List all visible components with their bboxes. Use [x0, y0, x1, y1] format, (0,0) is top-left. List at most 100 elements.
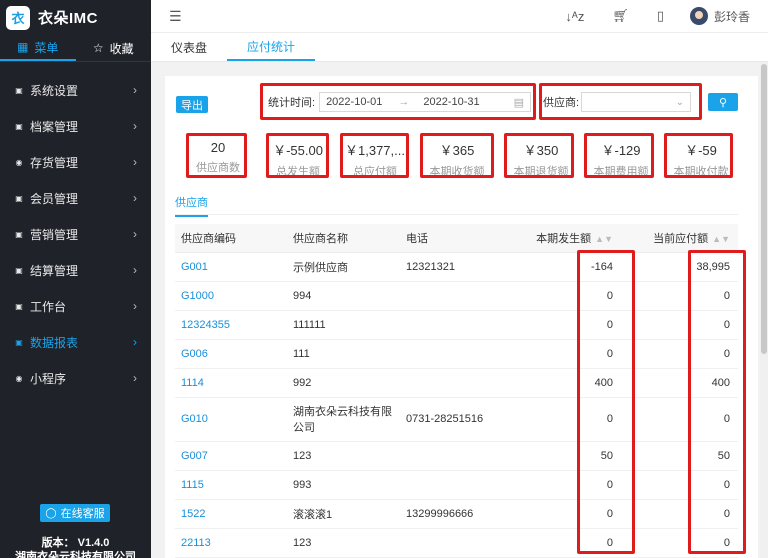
chevron-right-icon: ›: [133, 299, 137, 313]
supplier-code-link[interactable]: G007: [175, 441, 287, 471]
supplier-name: 123: [287, 441, 400, 471]
supplier-phone: [400, 470, 515, 500]
supplier-name: 992: [287, 368, 400, 398]
sidebar-menu: ▣ 系统设置 › ▣ 档案管理 › ◉ 存货管理 › ▣ 会员管理 › ▣ 营销…: [0, 72, 151, 396]
sort-icon: ▲▼: [595, 233, 613, 244]
supplier-code-link[interactable]: 22113: [175, 528, 287, 558]
stat-payment: ￥-59 本期收付款: [673, 143, 729, 178]
chevron-right-icon: ›: [133, 155, 137, 169]
logo-icon: 衣: [6, 5, 30, 30]
supplier-name: 993: [287, 470, 400, 500]
settlement-icon: ▣: [15, 265, 23, 275]
stat-total-occurred: ￥-55.00 总发生额: [273, 143, 323, 178]
chat-icon: ◯: [45, 507, 57, 519]
sidebar-tabs: ▦ 菜单 ☆ 收藏: [0, 35, 151, 62]
date-range-picker[interactable]: 2022-10-01 → 2022-10-31 ▤: [319, 92, 532, 112]
supplier-code-link[interactable]: G1000: [175, 281, 287, 311]
member-icon: ▣: [15, 193, 23, 203]
export-button[interactable]: 导出: [176, 96, 208, 113]
star-icon: ☆: [92, 41, 104, 55]
sidebar-tab-favorites[interactable]: ☆ 收藏: [76, 35, 152, 61]
sidebar-item-mini-program[interactable]: ◉ 小程序 ›: [0, 360, 151, 396]
scrollbar[interactable]: [760, 62, 768, 558]
payable-amount: 0: [621, 470, 738, 500]
table-row: G006 111 0 0: [175, 339, 738, 369]
sidebar-item-reports[interactable]: ▣ 数据报表 ›: [0, 324, 151, 360]
supplier-code-link[interactable]: G006: [175, 339, 287, 369]
sidebar-item-archive[interactable]: ▣ 档案管理 ›: [0, 108, 151, 144]
supplier-name: 994: [287, 281, 400, 311]
supplier-phone: [400, 441, 515, 471]
cart-icon[interactable]: 🛒︎: [612, 8, 629, 24]
search-button[interactable]: ⚲: [708, 93, 738, 111]
user-name[interactable]: 彭玲香: [714, 8, 750, 25]
occurred-amount: 50: [515, 441, 621, 471]
book-icon[interactable]: ▯: [657, 8, 664, 24]
stat-expense: ￥-129 本期费用额: [593, 143, 649, 178]
supplier-code-link[interactable]: G010: [175, 397, 287, 442]
scrollbar-thumb[interactable]: [761, 64, 767, 354]
payable-amount: 0: [621, 339, 738, 369]
calendar-icon: ▤: [513, 96, 525, 109]
table-row: G010 湖南衣朵云科技有限公司 0731-28251516 0 0: [175, 397, 738, 442]
header-supplier-name: 供应商名称: [287, 224, 400, 253]
sidebar: 衣 衣朵IMC ▦ 菜单 ☆ 收藏 ▣ 系统设置 › ▣ 档案管理 › ◉ 存货…: [0, 0, 151, 558]
supplier-select[interactable]: ⌄: [581, 92, 692, 112]
tab-payable-stats[interactable]: 应付统计: [227, 33, 316, 61]
sort-icon: ▲▼: [712, 233, 730, 244]
supplier-phone: [400, 310, 515, 340]
supplier-name: 111: [287, 339, 400, 369]
sidebar-item-system-settings[interactable]: ▣ 系统设置 ›: [0, 72, 151, 108]
collapse-menu-icon[interactable]: ☰: [169, 8, 182, 25]
supplier-code-link[interactable]: 1522: [175, 499, 287, 529]
table-row: G001 示例供应商 12321321 -164 38,995: [175, 252, 738, 282]
supplier-code-link[interactable]: 1115: [175, 470, 287, 500]
chevron-down-icon: ⌄: [675, 96, 685, 108]
occurred-amount: -164: [515, 252, 621, 282]
supplier-name: 111111: [287, 310, 400, 340]
header-payable[interactable]: 当前应付额 ▲▼: [621, 224, 738, 253]
sidebar-item-marketing[interactable]: ▣ 营销管理 ›: [0, 216, 151, 252]
occurred-amount: 0: [515, 528, 621, 558]
payable-amount: 0: [621, 310, 738, 340]
subtab-supplier[interactable]: 供应商: [175, 194, 208, 217]
sidebar-item-inventory[interactable]: ◉ 存货管理 ›: [0, 144, 151, 180]
supplier-phone: 0731-28251516: [400, 397, 515, 442]
top-header: ☰ ↓ᴬᴢ 🛒︎ ▯ 彭玲香: [151, 0, 768, 33]
chevron-right-icon: ›: [133, 227, 137, 241]
header-occurred[interactable]: 本期发生额 ▲▼: [515, 224, 621, 253]
customer-service-button[interactable]: ◯ 在线客服: [40, 504, 110, 522]
sidebar-item-members[interactable]: ▣ 会员管理 ›: [0, 180, 151, 216]
payable-amount: 50: [621, 441, 738, 471]
arrow-right-icon: →: [398, 96, 410, 108]
chevron-right-icon: ›: [133, 191, 137, 205]
supplier-name: 滚滚滚1: [287, 499, 400, 529]
supplier-code-link[interactable]: G001: [175, 252, 287, 282]
payable-amount: 0: [621, 528, 738, 558]
occurred-amount: 400: [515, 368, 621, 398]
supplier-code-link[interactable]: 1114: [175, 368, 287, 398]
sidebar-tab-menu[interactable]: ▦ 菜单: [0, 35, 76, 61]
workbench-icon: ▣: [15, 301, 23, 311]
chevron-right-icon: ›: [133, 335, 137, 349]
archive-icon: ▣: [15, 121, 23, 131]
table-row: 1114 992 400 400: [175, 368, 738, 398]
sort-icon[interactable]: ↓ᴬᴢ: [565, 9, 584, 24]
stat-supplier-count: 20 供应商数: [196, 140, 240, 174]
brand[interactable]: 衣 衣朵IMC: [0, 0, 151, 35]
avatar[interactable]: [689, 7, 708, 25]
occurred-amount: 0: [515, 310, 621, 340]
sidebar-item-workbench[interactable]: ▣ 工作台 ›: [0, 288, 151, 324]
supplier-name: 123: [287, 528, 400, 558]
table-header-row: 供应商编码 供应商名称 电话 本期发生额 ▲▼ 当前应付额 ▲▼: [175, 224, 738, 253]
page-tabs: 仪表盘 应付统计: [151, 33, 768, 62]
occurred-amount: 0: [515, 499, 621, 529]
occurred-amount: 0: [515, 281, 621, 311]
supplier-phone: 12321321: [400, 252, 515, 282]
stat-received: ￥365 本期收货额: [429, 143, 485, 178]
app-title: 衣朵IMC: [38, 10, 98, 27]
tab-dashboard[interactable]: 仪表盘: [151, 33, 227, 61]
sidebar-item-settlement[interactable]: ▣ 结算管理 ›: [0, 252, 151, 288]
inventory-icon: ◉: [15, 157, 23, 167]
supplier-code-link[interactable]: 12324355: [175, 310, 287, 340]
